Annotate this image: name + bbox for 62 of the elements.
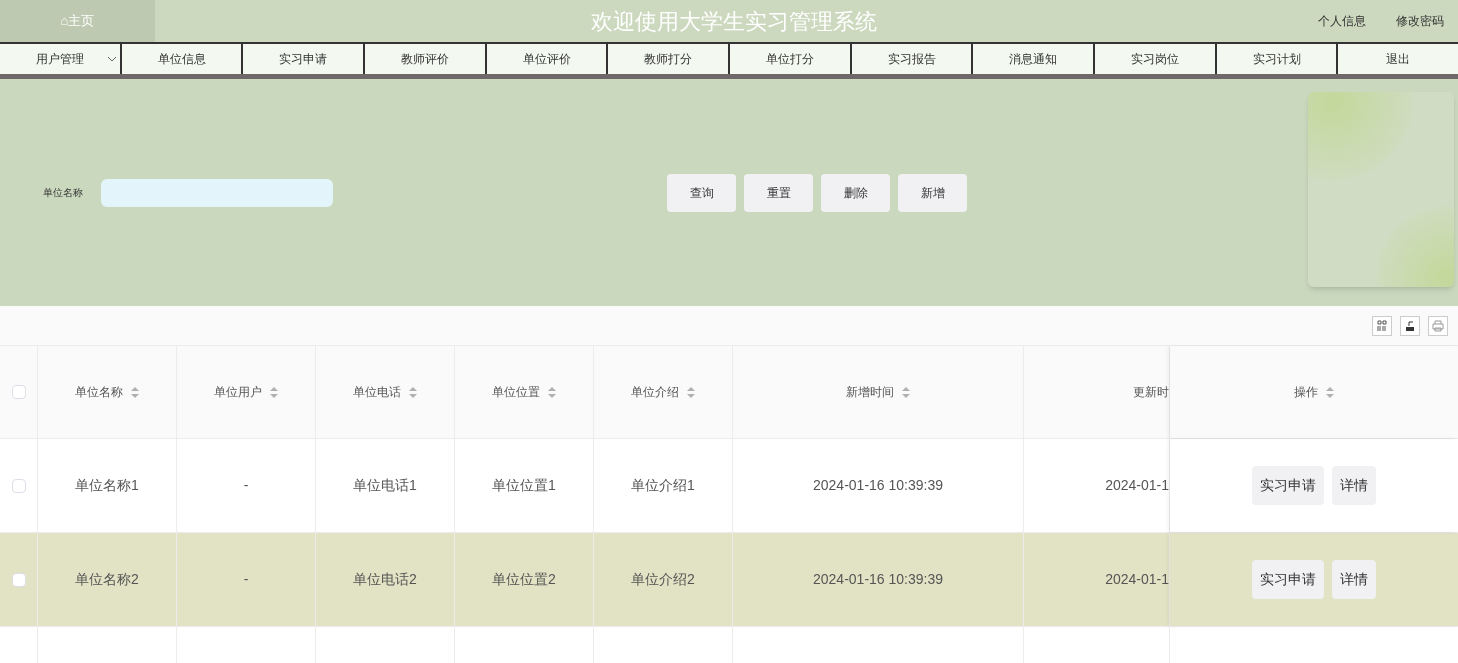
action-button[interactable]: 查询 <box>667 173 736 212</box>
table-cell-text: 单位电话1 <box>353 476 417 495</box>
columns-icon[interactable] <box>1372 315 1392 336</box>
table-cell-text: 单位电话2 <box>353 570 417 589</box>
sort-icon[interactable] <box>687 386 695 398</box>
table-cell-text: 2024-01-1 <box>1105 570 1169 589</box>
header-link[interactable]: 修改密码 <box>1396 12 1444 30</box>
table-cell-text: - <box>243 476 249 495</box>
column-header: 操作 <box>1294 384 1318 401</box>
row-action-button[interactable]: 详情 <box>1332 560 1376 599</box>
column-header: 单位用户 <box>214 384 262 401</box>
column-header: 新增时间 <box>846 384 894 401</box>
header-link[interactable]: 个人信息 <box>1318 12 1366 30</box>
table-cell-text: 单位位置1 <box>492 476 556 495</box>
nav-item[interactable]: 实习岗位 <box>1095 44 1217 74</box>
table-cell-text: 2024-01-16 10:39:39 <box>813 476 943 495</box>
nav-item[interactable]: 实习申请 <box>243 44 365 74</box>
system-title: 欢迎使用大学生实习管理系统 <box>589 7 878 36</box>
table-cell-text: 单位名称2 <box>75 570 139 589</box>
table-cell-text: 单位介绍2 <box>631 570 695 589</box>
table-row[interactable]: 单位名称1 - 单位电话1 单位位置1 单位介绍1 2024-01-16 10:39:39 2024-01-1 实习申请 详情 <box>0 439 1458 533</box>
table-cell-text: 单位位置2 <box>492 570 556 589</box>
column-header: 单位介绍 <box>631 384 679 401</box>
print-icon[interactable] <box>1428 315 1448 336</box>
row-checkbox[interactable] <box>11 572 26 587</box>
sort-icon[interactable] <box>548 386 556 398</box>
row-checkbox[interactable] <box>11 385 26 399</box>
sort-icon[interactable] <box>902 386 910 398</box>
nav-item[interactable]: 实习报告 <box>851 44 974 74</box>
table-cell-text: 单位名称1 <box>75 476 139 495</box>
table-cell-text: 2024-01-16 10:39:39 <box>813 570 943 589</box>
column-header: 单位名称 <box>75 384 123 401</box>
column-header: 单位电话 <box>353 384 401 401</box>
column-header: 单位位置 <box>492 384 540 401</box>
action-button[interactable]: 重置 <box>744 173 813 212</box>
row-action-button[interactable]: 实习申请 <box>1252 466 1324 505</box>
sort-icon[interactable] <box>131 386 139 398</box>
nav-item[interactable]: 单位打分 <box>730 44 852 74</box>
row-checkbox[interactable] <box>11 478 26 493</box>
nav-item[interactable]: 教师评价 <box>365 44 487 74</box>
row-action-button[interactable]: 详情 <box>1332 466 1376 505</box>
row-action-button[interactable]: 实习申请 <box>1252 560 1324 599</box>
sort-icon[interactable] <box>409 386 417 398</box>
nav-item[interactable]: 单位信息 <box>121 44 244 74</box>
sort-icon[interactable] <box>1326 386 1334 398</box>
sort-icon[interactable] <box>270 386 278 398</box>
table-row[interactable]: 单位名称2 - 单位电话2 单位位置2 单位介绍2 2024-01-16 10:39:39 2024-01-1 实习申请 详情 <box>0 533 1458 627</box>
table-cell-text: 2024-01-1 <box>1105 476 1169 495</box>
nav-item[interactable]: 教师打分 <box>608 44 731 74</box>
nav-item[interactable]: 实习计划 <box>1216 44 1339 74</box>
column-header: 更新时 <box>1133 384 1169 401</box>
nav-item[interactable]: 退出 <box>1338 44 1458 74</box>
nav-item[interactable]: 消息通知 <box>973 44 1096 74</box>
search-field[interactable] <box>101 178 333 207</box>
field-label: 单位名称 <box>43 186 83 200</box>
nav-item[interactable]: 单位评价 <box>486 44 609 74</box>
action-button[interactable]: 删除 <box>821 173 890 212</box>
export-icon[interactable] <box>1400 315 1420 336</box>
nav-item[interactable]: 用户管理 <box>0 44 122 74</box>
table-cell-text: 单位介绍1 <box>631 476 695 495</box>
action-button[interactable]: 新增 <box>898 173 967 212</box>
table-cell-text: - <box>243 570 249 589</box>
